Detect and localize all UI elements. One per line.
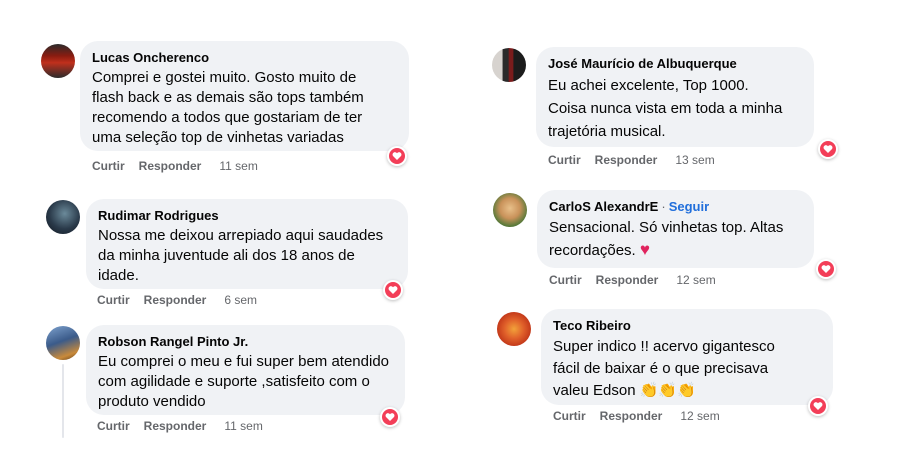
comment-text: Nossa me deixou arrepiado aqui saudades …: [98, 226, 396, 286]
comment-line: trajetória musical.: [548, 123, 666, 140]
comment-line: Sensacional. Só vinhetas top. Altas: [549, 219, 784, 236]
comment-bubble: Rudimar Rodrigues Nossa me deixou arrepi…: [86, 199, 408, 289]
heart-icon: [823, 145, 833, 153]
like-link[interactable]: Curtir: [92, 159, 125, 173]
timestamp[interactable]: 12 sem: [676, 273, 715, 287]
clapping-hands-icon: 👏👏👏: [639, 382, 696, 399]
comment-line: Eu achei excelente, Top 1000.: [548, 77, 749, 94]
reaction-badge[interactable]: [816, 259, 836, 279]
timestamp[interactable]: 11 sem: [219, 159, 257, 173]
comment-line: idade.: [98, 267, 139, 284]
heart-icon: [813, 402, 823, 410]
comment-line: Coisa nunca vista em toda a minha: [548, 100, 783, 117]
comment-line: recomendo a todos que gostariam de ter: [92, 109, 363, 126]
comment-line: Eu comprei o meu e fui super bem atendid…: [98, 353, 389, 370]
timestamp[interactable]: 12 sem: [680, 409, 719, 423]
comment-actions: Curtir Responder 6 sem: [97, 293, 271, 307]
thread-line: [62, 364, 64, 438]
author-name[interactable]: Teco Ribeiro: [553, 318, 631, 333]
comment-line: Nossa me deixou arrepiado aqui saudades: [98, 227, 384, 244]
avatar[interactable]: [497, 312, 531, 346]
reply-link[interactable]: Responder: [600, 409, 663, 423]
comment-line: uma seleção top de vinhetas variadas: [92, 129, 344, 146]
avatar[interactable]: [492, 48, 526, 82]
author-name[interactable]: Rudimar Rodrigues: [98, 208, 219, 223]
timestamp[interactable]: 11 sem: [224, 419, 262, 433]
like-link[interactable]: Curtir: [553, 409, 586, 423]
comment-line: recordações.: [549, 242, 636, 259]
comment-bubble: Lucas Oncherenco Comprei e gostei muito.…: [80, 41, 409, 151]
reaction-badge[interactable]: [380, 407, 400, 427]
comment-line: da minha juventude ali dos 18 anos de: [98, 247, 355, 264]
author-name[interactable]: José Maurício de Albuquerque: [548, 56, 737, 71]
reply-link[interactable]: Responder: [139, 159, 202, 173]
reply-link[interactable]: Responder: [596, 273, 659, 287]
heart-icon: [385, 413, 395, 421]
reaction-badge[interactable]: [383, 280, 403, 300]
avatar[interactable]: [493, 193, 527, 227]
comment-line: Super indico !! acervo gigantesco: [553, 338, 775, 355]
follow-link[interactable]: Seguir: [669, 199, 709, 214]
comment-bubble: CarloS AlexandrE · Seguir Sensacional. Só …: [537, 190, 814, 268]
heart-emoji-icon: ♥: [639, 240, 650, 259]
comment-text: Sensacional. Só vinhetas top. Altas reco…: [549, 217, 802, 262]
comment-text: Super indico !! acervo gigantesco fácil …: [553, 336, 821, 402]
author-name[interactable]: Lucas Oncherenco: [92, 50, 209, 65]
avatar[interactable]: [41, 44, 75, 78]
comment-bubble: José Maurício de Albuquerque Eu achei ex…: [536, 47, 814, 147]
comment-text: Eu achei excelente, Top 1000. Coisa nunc…: [548, 74, 802, 143]
like-link[interactable]: Curtir: [548, 153, 581, 167]
timestamp[interactable]: 6 sem: [224, 293, 257, 307]
heart-icon: [388, 286, 398, 294]
reaction-badge[interactable]: [387, 146, 407, 166]
author-name[interactable]: Robson Rangel Pinto Jr.: [98, 334, 248, 349]
comment-actions: Curtir Responder 11 sem: [92, 159, 272, 173]
author-name[interactable]: CarloS AlexandrE: [549, 199, 658, 214]
reply-link[interactable]: Responder: [595, 153, 658, 167]
comment-text: Eu comprei o meu e fui super bem atendid…: [98, 352, 393, 412]
comment-line: flash back e as demais são tops também: [92, 89, 364, 106]
heart-icon: [821, 265, 831, 273]
comment-line: produto vendido: [98, 393, 206, 410]
comment-text: Comprei e gostei muito. Gosto muito de f…: [92, 68, 397, 148]
reply-link[interactable]: Responder: [144, 293, 207, 307]
like-link[interactable]: Curtir: [97, 419, 130, 433]
comment-line: fácil de baixar é o que precisava: [553, 360, 769, 377]
separator-dot: ·: [661, 199, 666, 214]
comment-actions: Curtir Responder 12 sem: [553, 409, 734, 423]
comment-bubble: Teco Ribeiro Super indico !! acervo giga…: [541, 309, 833, 405]
comment-line: valeu Edson: [553, 382, 636, 399]
avatar[interactable]: [46, 200, 80, 234]
comment-line: Comprei e gostei muito. Gosto muito de: [92, 69, 357, 86]
comment-line: com agilidade e suporte ,satisfeito com …: [98, 373, 370, 390]
reply-link[interactable]: Responder: [144, 419, 207, 433]
heart-icon: [392, 152, 402, 160]
timestamp[interactable]: 13 sem: [675, 153, 714, 167]
comment-bubble: Robson Rangel Pinto Jr. Eu comprei o meu…: [86, 325, 405, 415]
like-link[interactable]: Curtir: [97, 293, 130, 307]
comment-actions: Curtir Responder 11 sem: [97, 419, 277, 433]
like-link[interactable]: Curtir: [549, 273, 582, 287]
avatar[interactable]: [46, 326, 80, 360]
comment-actions: Curtir Responder 13 sem: [548, 153, 729, 167]
comment-actions: Curtir Responder 12 sem: [549, 273, 730, 287]
reaction-badge[interactable]: [808, 396, 828, 416]
reaction-badge[interactable]: [818, 139, 838, 159]
